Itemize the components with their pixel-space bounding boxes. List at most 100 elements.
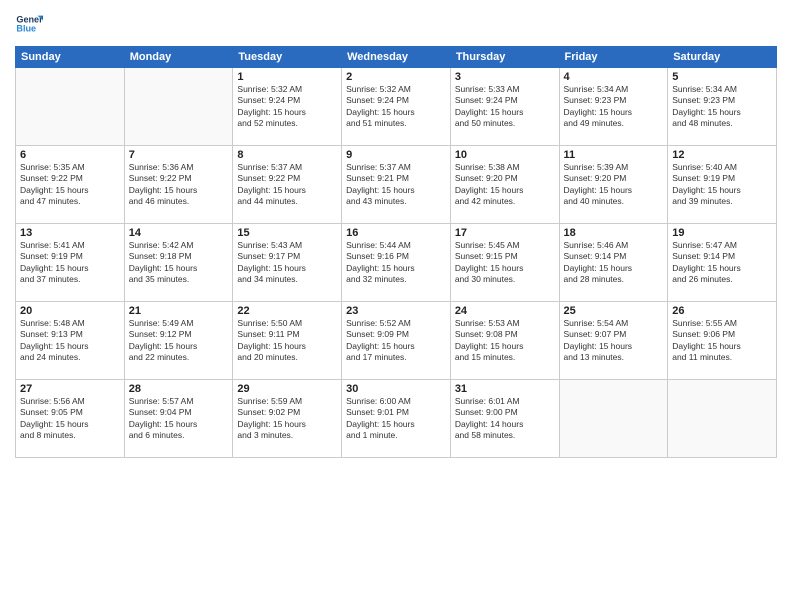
calendar-week-1: 1Sunrise: 5:32 AM Sunset: 9:24 PM Daylig… (16, 68, 777, 146)
calendar-week-4: 20Sunrise: 5:48 AM Sunset: 9:13 PM Dayli… (16, 302, 777, 380)
calendar-cell: 22Sunrise: 5:50 AM Sunset: 9:11 PM Dayli… (233, 302, 342, 380)
weekday-header-wednesday: Wednesday (342, 47, 451, 68)
calendar-cell: 30Sunrise: 6:00 AM Sunset: 9:01 PM Dayli… (342, 380, 451, 458)
day-info: Sunrise: 5:32 AM Sunset: 9:24 PM Dayligh… (237, 84, 337, 130)
calendar-cell (559, 380, 668, 458)
calendar-table: SundayMondayTuesdayWednesdayThursdayFrid… (15, 46, 777, 458)
calendar-week-5: 27Sunrise: 5:56 AM Sunset: 9:05 PM Dayli… (16, 380, 777, 458)
day-info: Sunrise: 5:49 AM Sunset: 9:12 PM Dayligh… (129, 318, 229, 364)
calendar-cell: 27Sunrise: 5:56 AM Sunset: 9:05 PM Dayli… (16, 380, 125, 458)
day-number: 29 (237, 383, 337, 395)
day-info: Sunrise: 5:35 AM Sunset: 9:22 PM Dayligh… (20, 162, 120, 208)
day-number: 9 (346, 149, 446, 161)
calendar-cell: 15Sunrise: 5:43 AM Sunset: 9:17 PM Dayli… (233, 224, 342, 302)
day-number: 11 (564, 149, 664, 161)
day-number: 16 (346, 227, 446, 239)
day-info: Sunrise: 5:54 AM Sunset: 9:07 PM Dayligh… (564, 318, 664, 364)
calendar-cell: 18Sunrise: 5:46 AM Sunset: 9:14 PM Dayli… (559, 224, 668, 302)
calendar-cell: 26Sunrise: 5:55 AM Sunset: 9:06 PM Dayli… (668, 302, 777, 380)
day-info: Sunrise: 5:43 AM Sunset: 9:17 PM Dayligh… (237, 240, 337, 286)
weekday-header-thursday: Thursday (450, 47, 559, 68)
calendar-cell: 1Sunrise: 5:32 AM Sunset: 9:24 PM Daylig… (233, 68, 342, 146)
day-number: 5 (672, 71, 772, 83)
day-number: 14 (129, 227, 229, 239)
day-info: Sunrise: 5:44 AM Sunset: 9:16 PM Dayligh… (346, 240, 446, 286)
day-info: Sunrise: 5:52 AM Sunset: 9:09 PM Dayligh… (346, 318, 446, 364)
day-number: 20 (20, 305, 120, 317)
calendar-cell: 19Sunrise: 5:47 AM Sunset: 9:14 PM Dayli… (668, 224, 777, 302)
day-info: Sunrise: 5:47 AM Sunset: 9:14 PM Dayligh… (672, 240, 772, 286)
calendar-cell: 25Sunrise: 5:54 AM Sunset: 9:07 PM Dayli… (559, 302, 668, 380)
day-number: 18 (564, 227, 664, 239)
logo: General Blue (15, 10, 43, 38)
day-number: 27 (20, 383, 120, 395)
calendar-cell: 29Sunrise: 5:59 AM Sunset: 9:02 PM Dayli… (233, 380, 342, 458)
day-number: 4 (564, 71, 664, 83)
day-number: 7 (129, 149, 229, 161)
day-number: 1 (237, 71, 337, 83)
day-number: 15 (237, 227, 337, 239)
day-info: Sunrise: 6:00 AM Sunset: 9:01 PM Dayligh… (346, 396, 446, 442)
day-info: Sunrise: 5:57 AM Sunset: 9:04 PM Dayligh… (129, 396, 229, 442)
day-info: Sunrise: 5:41 AM Sunset: 9:19 PM Dayligh… (20, 240, 120, 286)
weekday-header-friday: Friday (559, 47, 668, 68)
day-info: Sunrise: 5:50 AM Sunset: 9:11 PM Dayligh… (237, 318, 337, 364)
day-number: 8 (237, 149, 337, 161)
weekday-header-saturday: Saturday (668, 47, 777, 68)
day-number: 3 (455, 71, 555, 83)
calendar-week-3: 13Sunrise: 5:41 AM Sunset: 9:19 PM Dayli… (16, 224, 777, 302)
day-number: 17 (455, 227, 555, 239)
calendar-cell: 20Sunrise: 5:48 AM Sunset: 9:13 PM Dayli… (16, 302, 125, 380)
day-number: 24 (455, 305, 555, 317)
calendar-cell: 23Sunrise: 5:52 AM Sunset: 9:09 PM Dayli… (342, 302, 451, 380)
day-number: 23 (346, 305, 446, 317)
day-info: Sunrise: 5:40 AM Sunset: 9:19 PM Dayligh… (672, 162, 772, 208)
day-number: 26 (672, 305, 772, 317)
calendar-cell: 31Sunrise: 6:01 AM Sunset: 9:00 PM Dayli… (450, 380, 559, 458)
day-info: Sunrise: 5:37 AM Sunset: 9:22 PM Dayligh… (237, 162, 337, 208)
calendar-cell: 8Sunrise: 5:37 AM Sunset: 9:22 PM Daylig… (233, 146, 342, 224)
day-info: Sunrise: 5:46 AM Sunset: 9:14 PM Dayligh… (564, 240, 664, 286)
calendar-cell: 28Sunrise: 5:57 AM Sunset: 9:04 PM Dayli… (124, 380, 233, 458)
calendar-cell: 4Sunrise: 5:34 AM Sunset: 9:23 PM Daylig… (559, 68, 668, 146)
day-number: 12 (672, 149, 772, 161)
day-info: Sunrise: 5:38 AM Sunset: 9:20 PM Dayligh… (455, 162, 555, 208)
day-number: 21 (129, 305, 229, 317)
calendar-cell: 11Sunrise: 5:39 AM Sunset: 9:20 PM Dayli… (559, 146, 668, 224)
day-info: Sunrise: 5:53 AM Sunset: 9:08 PM Dayligh… (455, 318, 555, 364)
day-info: Sunrise: 5:36 AM Sunset: 9:22 PM Dayligh… (129, 162, 229, 208)
calendar-week-2: 6Sunrise: 5:35 AM Sunset: 9:22 PM Daylig… (16, 146, 777, 224)
day-number: 13 (20, 227, 120, 239)
calendar-cell: 21Sunrise: 5:49 AM Sunset: 9:12 PM Dayli… (124, 302, 233, 380)
calendar-cell: 3Sunrise: 5:33 AM Sunset: 9:24 PM Daylig… (450, 68, 559, 146)
day-number: 31 (455, 383, 555, 395)
calendar-cell: 16Sunrise: 5:44 AM Sunset: 9:16 PM Dayli… (342, 224, 451, 302)
calendar-cell (124, 68, 233, 146)
day-info: Sunrise: 5:34 AM Sunset: 9:23 PM Dayligh… (672, 84, 772, 130)
calendar-cell: 7Sunrise: 5:36 AM Sunset: 9:22 PM Daylig… (124, 146, 233, 224)
day-info: Sunrise: 5:37 AM Sunset: 9:21 PM Dayligh… (346, 162, 446, 208)
logo-icon: General Blue (15, 10, 43, 38)
page-header: General Blue (15, 10, 777, 38)
day-info: Sunrise: 5:34 AM Sunset: 9:23 PM Dayligh… (564, 84, 664, 130)
calendar-cell: 13Sunrise: 5:41 AM Sunset: 9:19 PM Dayli… (16, 224, 125, 302)
calendar-cell: 2Sunrise: 5:32 AM Sunset: 9:24 PM Daylig… (342, 68, 451, 146)
day-number: 19 (672, 227, 772, 239)
day-info: Sunrise: 5:32 AM Sunset: 9:24 PM Dayligh… (346, 84, 446, 130)
day-number: 30 (346, 383, 446, 395)
day-info: Sunrise: 5:48 AM Sunset: 9:13 PM Dayligh… (20, 318, 120, 364)
day-info: Sunrise: 5:59 AM Sunset: 9:02 PM Dayligh… (237, 396, 337, 442)
day-info: Sunrise: 5:56 AM Sunset: 9:05 PM Dayligh… (20, 396, 120, 442)
calendar-cell: 17Sunrise: 5:45 AM Sunset: 9:15 PM Dayli… (450, 224, 559, 302)
weekday-header-tuesday: Tuesday (233, 47, 342, 68)
calendar-cell: 5Sunrise: 5:34 AM Sunset: 9:23 PM Daylig… (668, 68, 777, 146)
svg-text:Blue: Blue (16, 24, 36, 34)
day-info: Sunrise: 5:55 AM Sunset: 9:06 PM Dayligh… (672, 318, 772, 364)
calendar-cell: 10Sunrise: 5:38 AM Sunset: 9:20 PM Dayli… (450, 146, 559, 224)
day-info: Sunrise: 5:42 AM Sunset: 9:18 PM Dayligh… (129, 240, 229, 286)
calendar-cell (668, 380, 777, 458)
day-info: Sunrise: 6:01 AM Sunset: 9:00 PM Dayligh… (455, 396, 555, 442)
calendar-cell: 12Sunrise: 5:40 AM Sunset: 9:19 PM Dayli… (668, 146, 777, 224)
weekday-header-row: SundayMondayTuesdayWednesdayThursdayFrid… (16, 47, 777, 68)
day-number: 28 (129, 383, 229, 395)
